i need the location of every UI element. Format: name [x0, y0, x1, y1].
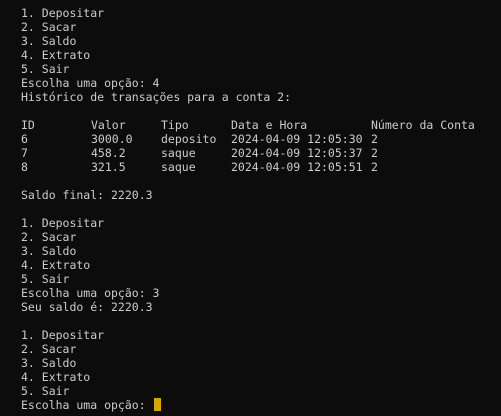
menu-item: 2. Sacar [21, 230, 77, 244]
menu-item: 2. Sacar [21, 20, 77, 34]
table-cell: 3000.0 [91, 132, 133, 146]
menu-item: 3. Saldo [21, 34, 77, 48]
balance-message: Seu saldo é: 2220.3 [21, 300, 153, 314]
menu-block-1: 1. Depositar 2. Sacar 3. Saldo 4. Extrat… [21, 6, 501, 76]
table-cell: 321.5 [91, 160, 126, 174]
table-row: 6 3000.0 deposito 2024-04-09 12:05:30 2 [21, 132, 501, 146]
table-header: ID Valor Tipo Data e Hora Número da Cont… [21, 118, 501, 132]
table-cell: 2 [371, 132, 378, 146]
menu-item: 4. Extrato [21, 258, 91, 272]
column-header: Tipo [161, 118, 189, 132]
final-balance: Saldo final: 2220.3 [21, 188, 153, 202]
menu-item: 5. Sair [21, 272, 70, 286]
terminal-window[interactable]: 1. Depositar 2. Sacar 3. Saldo 4. Extrat… [0, 0, 501, 416]
table-cell: 2024-04-09 12:05:51 [231, 160, 363, 174]
input-prompt: Escolha uma opção: [21, 398, 153, 412]
choice-line: Escolha uma opção: 4 [21, 76, 160, 90]
menu-item: 1. Depositar [21, 6, 105, 20]
menu-block-3: 1. Depositar 2. Sacar 3. Saldo 4. Extrat… [21, 328, 501, 398]
table-row: 7 458.2 saque 2024-04-09 12:05:37 2 [21, 146, 501, 160]
menu-item: 4. Extrato [21, 370, 91, 384]
menu-item: 1. Depositar [21, 216, 105, 230]
column-header: ID [21, 118, 35, 132]
menu-item: 1. Depositar [21, 328, 105, 342]
menu-item: 3. Saldo [21, 244, 77, 258]
table-cell: 2024-04-09 12:05:37 [231, 146, 363, 160]
column-header: Valor [91, 118, 126, 132]
table-cell: 8 [21, 160, 28, 174]
menu-item: 3. Saldo [21, 356, 77, 370]
choice-line: Escolha uma opção: 3 [21, 286, 160, 300]
table-cell: 6 [21, 132, 28, 146]
menu-item: 5. Sair [21, 62, 70, 76]
text-cursor[interactable] [153, 398, 161, 411]
menu-item: 2. Sacar [21, 342, 77, 356]
table-cell: 2 [371, 160, 378, 174]
history-title: Histórico de transações para a conta 2: [21, 90, 292, 104]
table-row: 8 321.5 saque 2024-04-09 12:05:51 2 [21, 160, 501, 174]
column-header: Número da Conta [371, 118, 475, 132]
transactions-table: ID Valor Tipo Data e Hora Número da Cont… [21, 118, 501, 174]
table-cell: 2024-04-09 12:05:30 [231, 132, 363, 146]
table-cell: 2 [371, 146, 378, 160]
menu-block-2: 1. Depositar 2. Sacar 3. Saldo 4. Extrat… [21, 216, 501, 286]
table-cell: 7 [21, 146, 28, 160]
table-cell: 458.2 [91, 146, 126, 160]
menu-item: 5. Sair [21, 384, 70, 398]
table-cell: saque [161, 146, 196, 160]
table-cell: deposito [161, 132, 217, 146]
table-cell: saque [161, 160, 196, 174]
input-prompt-line[interactable]: Escolha uma opção: [21, 398, 501, 412]
menu-item: 4. Extrato [21, 48, 91, 62]
column-header: Data e Hora [231, 118, 308, 132]
